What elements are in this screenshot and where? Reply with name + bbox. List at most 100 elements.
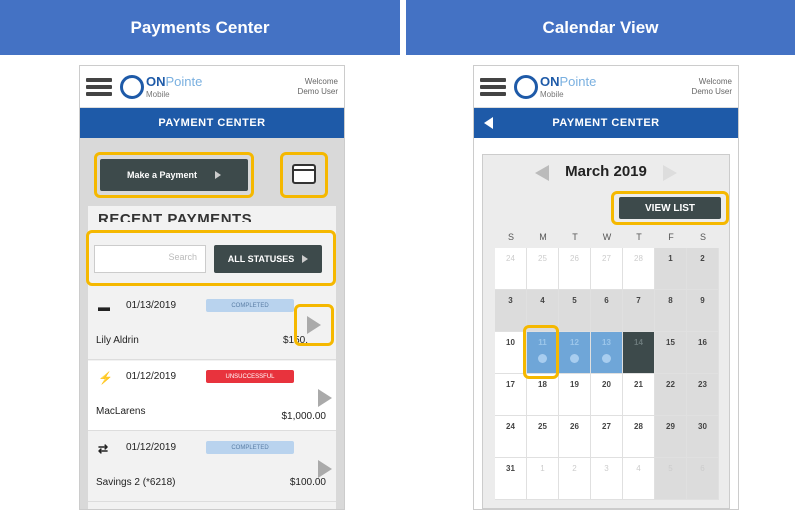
- calendar-day[interactable]: 31: [495, 458, 527, 500]
- calendar-day[interactable]: 1: [655, 248, 687, 290]
- payment-date: 01/12/2019: [126, 371, 177, 382]
- calendar-day[interactable]: 4: [623, 458, 655, 500]
- payee-name: Savings 2 (*6218): [96, 477, 176, 488]
- calendar-phone-screen: ONPointe Mobile Welcome Demo User PAYMENT …: [473, 65, 739, 510]
- calendar-day[interactable]: 16: [687, 332, 719, 374]
- status-filter-button[interactable]: ALL STATUSES: [214, 245, 322, 273]
- payment-dot-icon: [602, 354, 611, 363]
- payments-phone-screen: ONPointe Mobile Welcome Demo User PAYMENT …: [79, 65, 345, 510]
- row-arrow-icon[interactable]: [318, 389, 332, 407]
- payment-date: 01/12/2019: [126, 442, 177, 453]
- weekday-label: S: [699, 232, 706, 242]
- weekday-label: T: [636, 232, 642, 242]
- logo-circle-icon: [120, 74, 144, 99]
- view-list-button[interactable]: VIEW LIST: [619, 197, 721, 219]
- payments-center-heading: Payments Center: [0, 0, 400, 55]
- search-input[interactable]: Search: [94, 245, 206, 273]
- calendar-day[interactable]: 28: [623, 416, 655, 458]
- onpointe-logo: ONPointe Mobile: [120, 74, 298, 99]
- calendar-day[interactable]: 6: [591, 290, 623, 332]
- logo-pointe-text: Pointe: [165, 74, 203, 89]
- app-top-bar: ONPointe Mobile Welcome Demo User: [474, 66, 738, 108]
- logo-pointe-text: Pointe: [559, 74, 597, 89]
- comparison-slide: Payments Center Calendar View ONPointe Mo…: [0, 0, 795, 510]
- calendar-day[interactable]: 26: [559, 248, 591, 290]
- calendar-day[interactable]: 13: [591, 332, 623, 374]
- calendar-day[interactable]: 9: [687, 290, 719, 332]
- calendar-day[interactable]: 25: [527, 416, 559, 458]
- status-badge: COMPLETED: [206, 441, 294, 454]
- calendar-day[interactable]: 24: [495, 416, 527, 458]
- calendar-day[interactable]: 3: [495, 290, 527, 332]
- calendar-day[interactable]: 15: [655, 332, 687, 374]
- calendar-day[interactable]: 5: [559, 290, 591, 332]
- payment-amount: $100.00: [289, 477, 326, 488]
- payment-row[interactable]: ⚡ 01/12/2019 UNSUCCESSFUL MacLarens $1,0…: [88, 361, 336, 431]
- row-arrow-icon[interactable]: [307, 316, 321, 334]
- welcome-text: Welcome Demo User: [297, 76, 338, 96]
- calendar-day[interactable]: 24: [495, 248, 527, 290]
- weekday-label: T: [572, 232, 578, 242]
- calendar-day[interactable]: 2: [687, 248, 719, 290]
- row-arrow-icon[interactable]: [318, 460, 332, 478]
- welcome-text: Welcome Demo User: [691, 76, 732, 96]
- chevron-right-icon: [215, 171, 222, 179]
- ach-icon: ▬: [98, 300, 110, 314]
- page-title-bar: PAYMENT CENTER: [474, 108, 738, 138]
- payment-date: 01/13/2019: [126, 300, 177, 311]
- calendar-day[interactable]: 30: [687, 416, 719, 458]
- calendar-icon[interactable]: [292, 164, 316, 184]
- calendar-day[interactable]: 26: [559, 416, 591, 458]
- calendar-day[interactable]: 23: [687, 374, 719, 416]
- calendar-day[interactable]: 18: [527, 374, 559, 416]
- lightning-icon: ⚡: [98, 371, 113, 385]
- logo-circle-icon: [514, 74, 538, 99]
- calendar-day[interactable]: 14: [623, 332, 655, 374]
- menu-icon[interactable]: [86, 77, 112, 96]
- logo-on-text: ON: [540, 74, 560, 89]
- calendar-day[interactable]: 7: [623, 290, 655, 332]
- calendar-day[interactable]: 6: [687, 458, 719, 500]
- calendar-day[interactable]: 28: [623, 248, 655, 290]
- calendar-day[interactable]: 27: [591, 416, 623, 458]
- recent-payments-title: RECENT PAYMENTS: [98, 211, 253, 222]
- back-arrow-icon[interactable]: [484, 117, 493, 129]
- transfer-icon: ⇄: [98, 442, 109, 456]
- calendar-day[interactable]: 8: [655, 290, 687, 332]
- calendar-day[interactable]: 27: [591, 248, 623, 290]
- chevron-right-icon: [302, 255, 309, 263]
- weekday-label: M: [539, 232, 547, 242]
- calendar-day[interactable]: 22: [655, 374, 687, 416]
- weekday-header: SMTWTFS: [495, 232, 719, 242]
- calendar-day[interactable]: 1: [527, 458, 559, 500]
- logo-on-text: ON: [146, 74, 166, 89]
- weekday-label: F: [668, 232, 674, 242]
- month-label: March 2019: [565, 163, 647, 180]
- next-month-icon[interactable]: [663, 165, 677, 181]
- calendar-day[interactable]: 5: [655, 458, 687, 500]
- calendar-day[interactable]: 17: [495, 374, 527, 416]
- calendar-day[interactable]: 29: [655, 416, 687, 458]
- payment-row[interactable]: ⇄ 01/12/2019 COMPLETED Savings 2 (*6218)…: [88, 432, 336, 502]
- weekday-label: W: [602, 232, 612, 242]
- calendar-day[interactable]: 3: [591, 458, 623, 500]
- page-title: PAYMENT CENTER: [552, 117, 660, 129]
- calendar-day[interactable]: 12: [559, 332, 591, 374]
- menu-icon[interactable]: [480, 77, 506, 96]
- onpointe-logo: ONPointe Mobile: [514, 74, 692, 99]
- status-badge: UNSUCCESSFUL: [206, 370, 294, 383]
- payment-dot-icon: [570, 354, 579, 363]
- calendar-day[interactable]: 20: [591, 374, 623, 416]
- logo-mobile-text: Mobile: [540, 90, 564, 99]
- calendar-day[interactable]: 19: [559, 374, 591, 416]
- logo-mobile-text: Mobile: [146, 90, 170, 99]
- weekday-label: S: [507, 232, 514, 242]
- calendar-day[interactable]: 2: [559, 458, 591, 500]
- payment-amount: $1,000.00: [281, 411, 327, 422]
- app-top-bar: ONPointe Mobile Welcome Demo User: [80, 66, 344, 108]
- calendar-panel: March 2019 VIEW LIST SMTWTFS 24 25 26 27 28 1…: [482, 154, 730, 509]
- payee-name: MacLarens: [96, 406, 146, 417]
- calendar-day[interactable]: 25: [527, 248, 559, 290]
- make-payment-button[interactable]: Make a Payment: [100, 159, 248, 191]
- calendar-day[interactable]: 21: [623, 374, 655, 416]
